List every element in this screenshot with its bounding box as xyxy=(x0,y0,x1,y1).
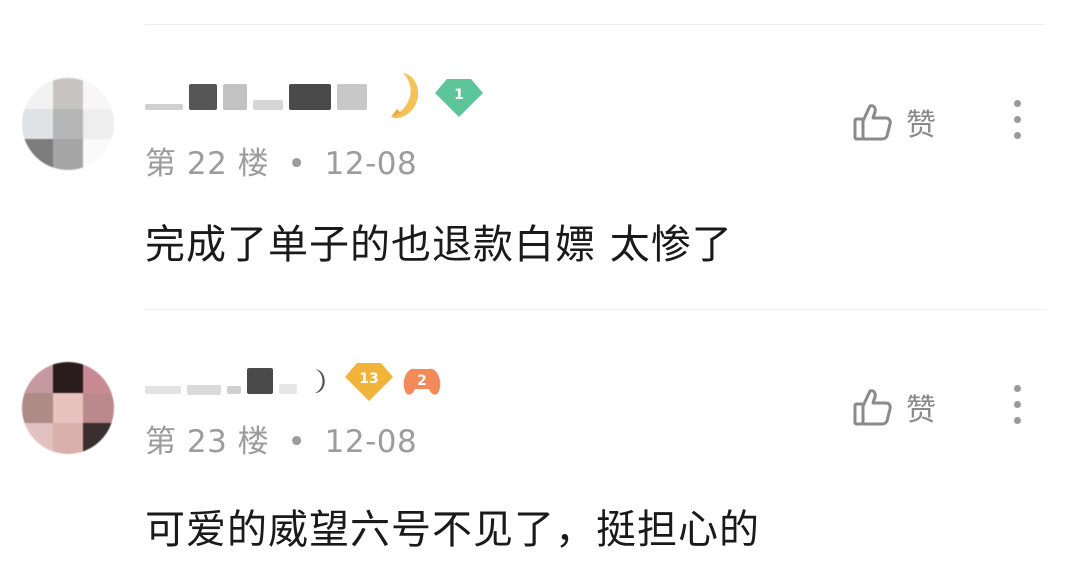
username-row[interactable]: 13 2 xyxy=(145,356,445,406)
comment-date: 12-08 xyxy=(324,146,418,182)
like-button[interactable]: 赞 xyxy=(852,100,936,144)
svg-text:2: 2 xyxy=(417,373,427,389)
username-redacted xyxy=(279,384,297,394)
thumbs-up-icon xyxy=(853,389,892,426)
avatar[interactable] xyxy=(22,78,114,170)
avatar[interactable] xyxy=(22,362,114,454)
username-redacted xyxy=(337,84,367,110)
top-divider xyxy=(145,24,1045,25)
username-redacted xyxy=(253,100,283,110)
comment-date: 12-08 xyxy=(324,424,418,460)
more-options-icon[interactable] xyxy=(1005,100,1029,139)
comment-meta: 第 22 楼 • 12-08 xyxy=(145,138,417,183)
comment-text: 完成了单子的也退款白嫖 太惨了 xyxy=(145,222,733,268)
username-row[interactable]: 1 xyxy=(145,72,485,122)
floor-label: 第 22 楼 xyxy=(145,146,270,182)
thumbs-up-icon xyxy=(853,104,892,141)
level-badge-icon: 1 xyxy=(435,79,483,117)
username-redacted xyxy=(227,386,241,394)
username-redacted xyxy=(223,84,247,110)
more-options-icon[interactable] xyxy=(1005,385,1029,424)
username-redacted xyxy=(247,368,273,394)
comment-text: 可爱的威望六号不见了，挺担心的 xyxy=(145,507,760,553)
moon-icon xyxy=(391,73,419,119)
like-button[interactable]: 赞 xyxy=(852,385,936,429)
username-redacted xyxy=(145,386,181,394)
username-redacted xyxy=(187,385,221,395)
comment-divider xyxy=(145,309,1045,310)
like-label: 赞 xyxy=(906,393,936,428)
game-badge-icon: 2 xyxy=(403,368,441,395)
svg-text:1: 1 xyxy=(454,87,464,103)
floor-label: 第 23 楼 xyxy=(145,424,270,460)
meta-separator: • xyxy=(287,424,307,460)
crescent-moon-icon xyxy=(315,369,325,393)
like-label: 赞 xyxy=(906,108,936,143)
username-redacted xyxy=(145,104,183,110)
level-badge-icon: 13 xyxy=(345,363,393,401)
username-redacted xyxy=(289,84,331,110)
username-redacted xyxy=(189,84,217,110)
comment-meta: 第 23 楼 • 12-08 xyxy=(145,416,417,461)
meta-separator: • xyxy=(287,146,307,182)
svg-text:13: 13 xyxy=(359,371,378,387)
